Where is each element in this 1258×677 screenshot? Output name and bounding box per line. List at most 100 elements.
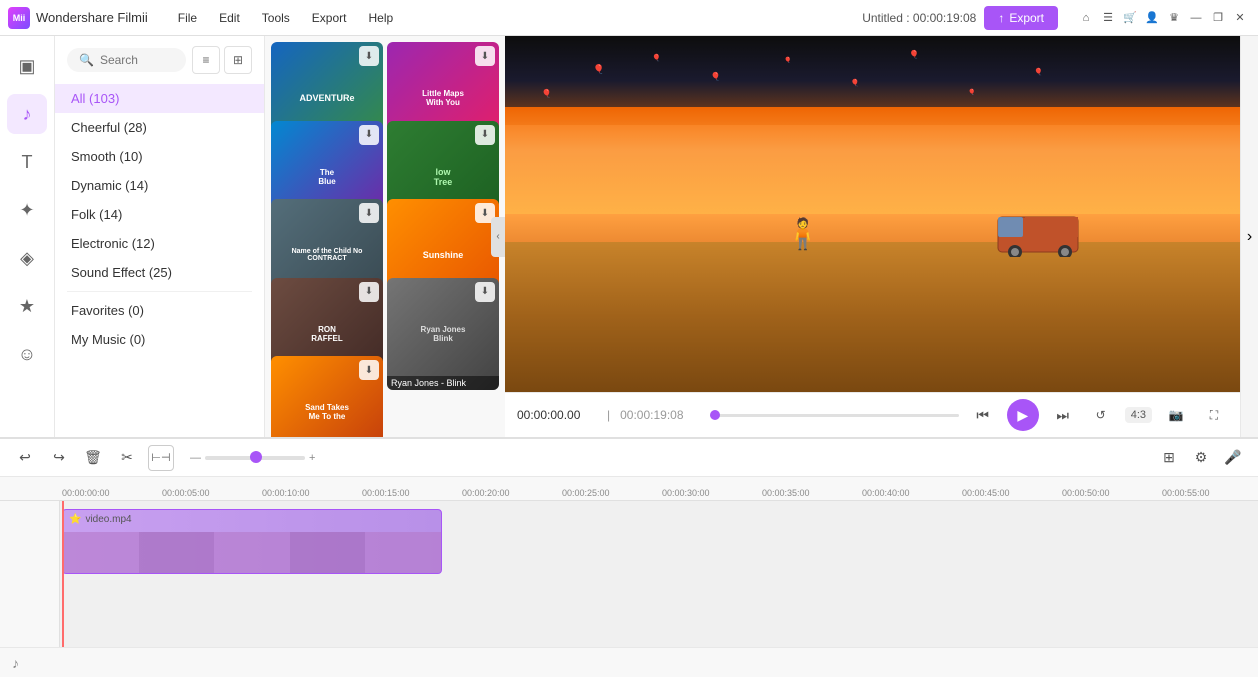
right-panel-collapse[interactable]: › (1240, 36, 1258, 437)
current-time: 00:00:00.00 (517, 408, 597, 422)
menu-help[interactable]: Help (358, 7, 403, 29)
music-grid: ADVENTURe ⬇ Lior seker - First Adventu..… (265, 36, 505, 437)
filter-button[interactable]: ≡ (192, 46, 220, 74)
sidebar-music-button[interactable]: ♪ (7, 94, 47, 134)
timeline-mic-button[interactable]: 🎤 (1220, 445, 1246, 471)
thumb-segment-5 (365, 532, 441, 573)
ruler-mark-5: 00:00:25:00 (560, 488, 660, 498)
undo-button[interactable]: ↩ (12, 445, 38, 471)
sidebar-fx-button[interactable]: ✦ (7, 190, 47, 230)
card-ron-download[interactable]: ⬇ (359, 282, 379, 302)
search-icon: 🔍 (79, 53, 94, 67)
fullscreen-button[interactable]: ⛶ (1200, 401, 1228, 429)
music-card-ryan[interactable]: Ryan JonesBlink ⬇ Ryan Jones - Blink (387, 278, 499, 390)
ruler-mark-7: 00:00:35:00 (760, 488, 860, 498)
card-low-tree-download[interactable]: ⬇ (475, 125, 495, 145)
app-name: Wondershare Filmii (36, 10, 148, 25)
sidebar-effects-button[interactable]: ★ (7, 286, 47, 326)
menu-tools[interactable]: Tools (252, 7, 300, 29)
category-favorites[interactable]: Favorites (0) (55, 296, 264, 325)
delete-button[interactable]: 🗑 (80, 445, 106, 471)
ruler-mark-3: 00:00:15:00 (360, 488, 460, 498)
loop-button[interactable]: ↺ (1087, 401, 1115, 429)
timeline-tracks: ⭐ video.mp4 (0, 501, 1258, 647)
timeline-ruler: 00:00:00:00 00:00:05:00 00:00:10:00 00:0… (0, 477, 1258, 501)
app-logo: Mii Wondershare Filmii (8, 7, 148, 29)
ruler-mark-10: 00:00:50:00 (1060, 488, 1160, 498)
music-panel-header: 🔍 ≡ ⊞ (55, 36, 264, 80)
total-time: 00:00:19:08 (620, 408, 700, 422)
ruler-mark-9: 00:00:45:00 (960, 488, 1060, 498)
timeline-toolbar: ↩ ↪ 🗑 ✂ ⊢⊣ — + ⊞ ⚙ 🎤 (0, 439, 1258, 477)
user-button[interactable]: 👤 (1142, 8, 1162, 28)
menu-edit[interactable]: Edit (209, 7, 250, 29)
thumb-segment-4 (290, 532, 366, 573)
crown-button[interactable]: ♛ (1164, 8, 1184, 28)
category-all[interactable]: All (103) (55, 84, 264, 113)
thumb-segment-1 (63, 532, 139, 573)
timeline-settings-button[interactable]: ⚙ (1188, 445, 1214, 471)
panel-collapse-button[interactable]: ‹ (491, 217, 505, 257)
category-list: All (103) Cheerful (28) Smooth (10) Dyna… (55, 80, 264, 437)
track-content: ⭐ video.mp4 (60, 501, 1258, 647)
van-svg (993, 202, 1093, 257)
close-button[interactable]: ✕ (1230, 8, 1250, 28)
shop-button[interactable]: 🛒 (1120, 8, 1140, 28)
bottom-audio-area: ♪ (0, 647, 1258, 677)
sidebar-elements-button[interactable]: ◈ (7, 238, 47, 278)
progress-thumb (710, 410, 720, 420)
restore-button[interactable]: ❐ (1208, 8, 1228, 28)
menu-file[interactable]: File (168, 7, 207, 29)
export-button[interactable]: ↑ Export (984, 6, 1058, 30)
thumb-segment-3 (214, 532, 290, 573)
timeline-area: 00:00:00:00 00:00:05:00 00:00:10:00 00:0… (0, 477, 1258, 647)
category-folk[interactable]: Folk (14) (55, 200, 264, 229)
category-sound-effect[interactable]: Sound Effect (25) (55, 258, 264, 287)
split-button[interactable]: ⊢⊣ (148, 445, 174, 471)
category-electronic[interactable]: Electronic (12) (55, 229, 264, 258)
sidebar-stickers-button[interactable]: ☺ (7, 334, 47, 374)
sidebar-media-button[interactable]: ▣ (7, 46, 47, 86)
card-ryan-download[interactable]: ⬇ (475, 282, 495, 302)
menu-export[interactable]: Export (302, 7, 357, 29)
category-cheerful[interactable]: Cheerful (28) (55, 113, 264, 142)
ruler-mark-2: 00:00:10:00 (260, 488, 360, 498)
redo-button[interactable]: ↪ (46, 445, 72, 471)
grid-view-button[interactable]: ⊞ (224, 46, 252, 74)
preview-progress-bar[interactable] (710, 414, 959, 417)
video-placeholder: 🎈 🎈 🎈 🎈 🎈 🎈 🎈 🎈 🎈 🧍 (505, 36, 1240, 392)
project-title: Untitled : 00:00:19:08 (862, 11, 976, 25)
card-little-maps-download[interactable]: ⬇ (475, 46, 495, 66)
skip-back-button[interactable]: ⏮ (969, 401, 997, 429)
thumb-segment-2 (139, 532, 215, 573)
card-no-contract-download[interactable]: ⬇ (359, 203, 379, 223)
video-track[interactable]: ⭐ video.mp4 (62, 509, 442, 574)
card-little-maps2-download[interactable]: ⬇ (359, 125, 379, 145)
sidebar-text-button[interactable]: T (7, 142, 47, 182)
music-card-sand[interactable]: Sand TakesMe To the ⬇ Sand - Takes Me To… (271, 356, 383, 437)
snapshot-button[interactable]: 📷 (1162, 401, 1190, 429)
play-button[interactable]: ▶ (1007, 399, 1039, 431)
music-grid-area: ADVENTURe ⬇ Lior seker - First Adventu..… (265, 36, 505, 437)
category-smooth[interactable]: Smooth (10) (55, 142, 264, 171)
skip-forward-button[interactable]: ⏭ (1049, 401, 1077, 429)
ruler-mark-0: 00:00:00:00 (60, 488, 160, 498)
category-dynamic[interactable]: Dynamic (14) (55, 171, 264, 200)
timeline-layers-button[interactable]: ⊞ (1156, 445, 1182, 471)
search-input[interactable] (100, 53, 174, 67)
card-adventure-download[interactable]: ⬇ (359, 46, 379, 66)
home-button[interactable]: ⌂ (1076, 8, 1096, 28)
cut-button[interactable]: ✂ (114, 445, 140, 471)
zoom-slider[interactable] (205, 456, 305, 460)
ruler-marks: 00:00:00:00 00:00:05:00 00:00:10:00 00:0… (0, 488, 1258, 498)
aspect-ratio-badge[interactable]: 4:3 (1125, 407, 1152, 423)
minimize-button[interactable]: — (1186, 8, 1206, 28)
window-controls: ⌂ ☰ 🛒 👤 ♛ — ❐ ✕ (1076, 8, 1250, 28)
timeline-right-controls: ⊞ ⚙ 🎤 (1156, 445, 1246, 471)
card-sand-download[interactable]: ⬇ (359, 360, 379, 380)
menubar: Mii Wondershare Filmii File Edit Tools E… (0, 0, 1258, 36)
category-my-music[interactable]: My Music (0) (55, 325, 264, 354)
export-icon: ↑ (998, 11, 1004, 25)
bookmark-button[interactable]: ☰ (1098, 8, 1118, 28)
preview-video: 🎈 🎈 🎈 🎈 🎈 🎈 🎈 🎈 🎈 🧍 (505, 36, 1240, 392)
